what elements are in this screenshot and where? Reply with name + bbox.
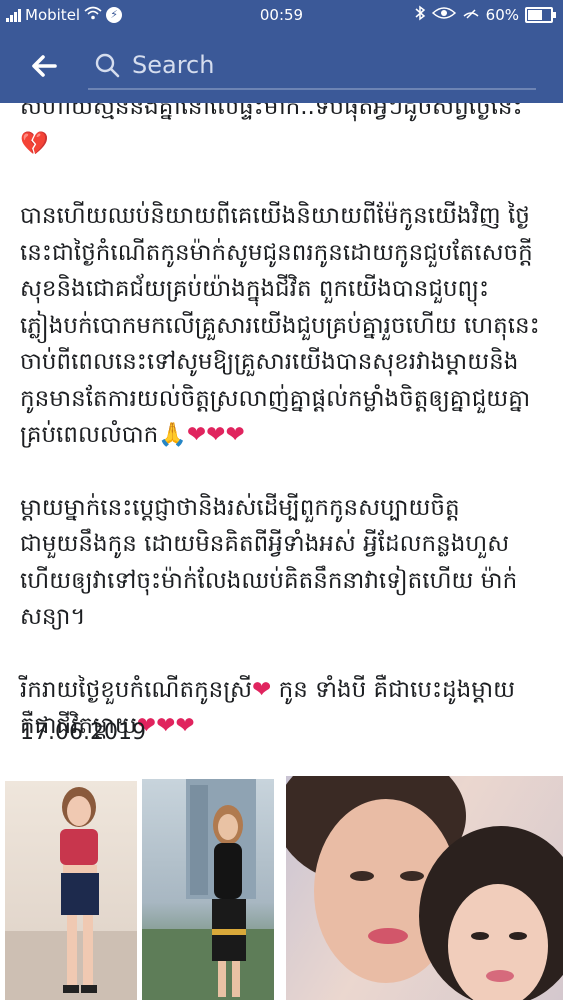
photo-grid	[0, 771, 563, 1000]
post-paragraph: បានហើយឈប់និយាយពីគេយើងនិយាយពីម៉ែកូនយើងវិញ…	[20, 198, 546, 454]
post-date: 17.06.2019	[20, 720, 146, 745]
search-input[interactable]: Search	[132, 51, 214, 79]
heart-icon: ❤	[156, 713, 176, 739]
paragraph-text: រីករាយថ្ងៃខួបកំណើតកូនស្រី	[20, 676, 253, 703]
bluetooth-icon	[414, 5, 426, 25]
battery-percent: 60%	[485, 6, 519, 24]
search-bar[interactable]: Search	[88, 42, 536, 90]
status-bar: Mobitel ⚡ 00:59 60%	[0, 0, 563, 30]
heart-icon: ❤	[175, 713, 195, 739]
post-paragraph: សហាយស្មន់នឹងគ្នានៅលើផ្ទះម៉ាក់..ទីបំផុតអ្…	[20, 103, 546, 162]
top-bar: Mobitel ⚡ 00:59 60% Search	[0, 0, 563, 103]
post-text: សហាយស្មន់នឹងគ្នានៅលើផ្ទះម៉ាក់..ទីបំផុតអ្…	[20, 103, 546, 781]
paragraph-text: បានហើយឈប់និយាយពីគេយើងនិយាយពីម៉ែកូនយើងវិញ…	[20, 203, 540, 448]
paragraph-text: សហាយស្មន់នឹងគ្នានៅលើផ្ទះម៉ាក់..ទីបំផុតអ្…	[20, 103, 523, 120]
arrow-left-icon	[32, 55, 57, 77]
heart-icon: ❤	[252, 676, 272, 703]
search-icon	[95, 53, 120, 78]
photo-girl-pink-top[interactable]	[5, 781, 137, 1000]
photo-selfie-two-women[interactable]	[286, 776, 563, 1000]
heart-icon: ❤	[225, 422, 245, 448]
heart-icon: ❤	[206, 422, 226, 448]
alarm-icon	[462, 6, 480, 24]
heart-icon: ❤	[186, 422, 207, 448]
pray-icon: 🙏	[158, 422, 187, 448]
eye-icon	[431, 6, 456, 24]
paragraph-text: ម្តាយម្នាក់នេះប្តេជ្ញាថានិងរស់ដើម្បីពួកក…	[20, 494, 518, 631]
photo-woman-black-dress[interactable]	[142, 779, 274, 1000]
battery-icon	[525, 7, 556, 23]
post-paragraph: ម្តាយម្នាក់នេះប្តេជ្ញាថានិងរស់ដើម្បីពួកក…	[20, 490, 546, 636]
broken-heart-icon: 💔	[20, 130, 49, 157]
back-button[interactable]	[26, 48, 62, 84]
post-content: សហាយស្មន់នឹងគ្នានៅលើផ្ទះម៉ាក់..ទីបំផុតអ្…	[0, 103, 563, 1000]
